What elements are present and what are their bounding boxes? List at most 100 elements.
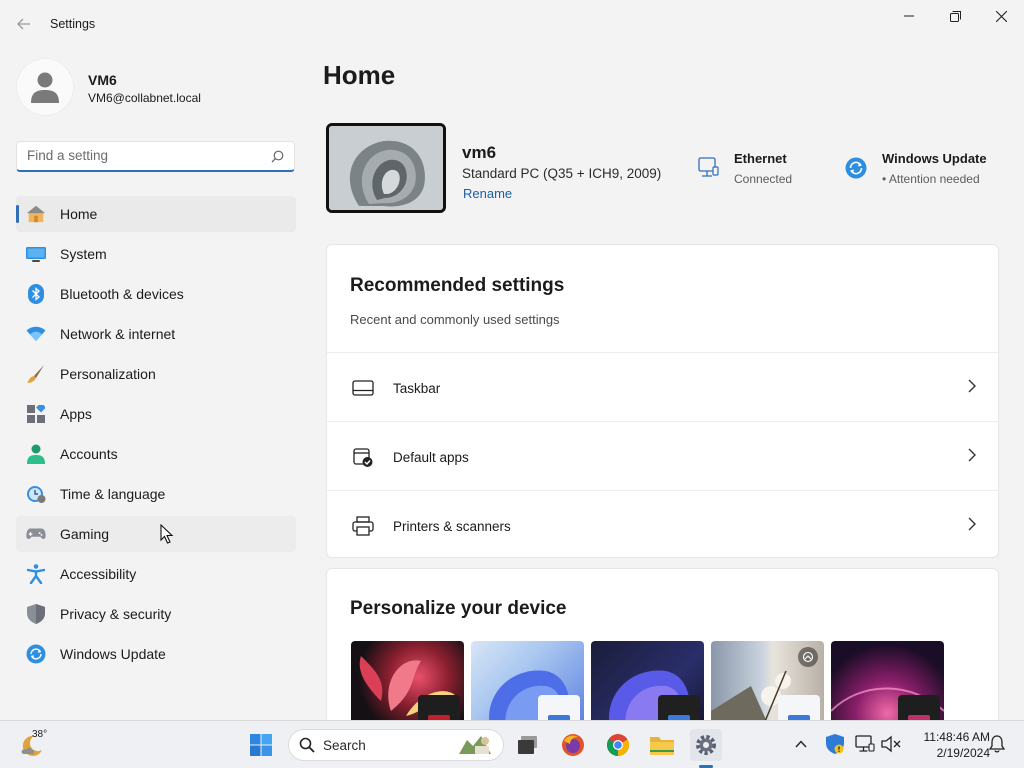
rename-link[interactable]: Rename [463,186,512,201]
sidebar-item-label: System [60,246,107,262]
chrome-icon [607,734,629,756]
sidebar-item-network[interactable]: Network & internet [16,316,296,352]
recommended-row-printers-scanners[interactable]: Printers & scanners [327,490,998,557]
network-monitor-icon [855,735,875,752]
theme-thumbnail-glow[interactable] [831,641,944,727]
gamepad-icon [26,524,46,544]
personalize-title: Personalize your device [350,598,567,619]
start-button[interactable] [245,729,277,761]
sidebar-item-apps[interactable]: Apps [16,396,296,432]
sidebar-item-label: Personalization [60,366,156,382]
speaker-muted-icon [881,735,901,753]
windows-update-status-text: Attention needed [888,172,980,186]
wallpaper-bloom-image [329,126,443,210]
security-tray-button[interactable] [824,733,846,755]
network-tray-button[interactable] [854,733,876,755]
sidebar-item-label: Home [60,206,98,222]
recommended-subtitle: Recent and commonly used settings [350,312,560,327]
sidebar-item-label: Apps [60,406,92,422]
settings-search[interactable] [16,141,295,172]
firefox-button[interactable] [557,729,589,761]
sidebar-item-home[interactable]: Home [16,196,296,232]
brush-icon [26,364,46,384]
spotlight-camera-icon [798,647,818,667]
recommended-settings-card: Recommended settings Recent and commonly… [326,244,999,558]
close-button[interactable] [978,0,1024,32]
system-icon [26,244,46,264]
mouse-cursor-icon [160,524,174,544]
user-avatar-icon [31,72,59,103]
clock[interactable]: 11:48:46 AM 2/19/2024 [904,729,991,761]
weather-temperature: 38° [32,729,48,740]
clock-globe-icon [26,484,46,504]
sidebar-item-privacy-security[interactable]: Privacy & security [16,596,296,632]
sidebar-nav: Home System Bluetooth & devices Network … [16,196,296,676]
accounts-icon [26,444,46,464]
sidebar-item-windows-update[interactable]: Windows Update [16,636,296,672]
theme-thumbnail-spotlight[interactable] [711,641,824,727]
device-model: Standard PC (Q35 + ICH9, 2009) [462,166,662,181]
task-view-icon [518,736,537,754]
sidebar-item-label: Gaming [60,526,110,542]
profile-email: VM6@collabnet.local [88,91,201,105]
recommended-row-taskbar[interactable]: Taskbar [327,352,998,421]
back-arrow-icon [17,18,30,30]
search-input[interactable] [27,148,257,163]
clock-time: 11:48:46 AM [923,730,991,744]
taskbar-search[interactable]: Search [288,729,504,761]
maximize-button[interactable] [932,0,978,32]
chevron-right-icon [968,379,976,393]
sidebar-item-system[interactable]: System [16,236,296,272]
close-icon [995,10,1007,22]
volume-tray-button[interactable] [880,733,902,755]
apps-icon [26,404,46,424]
chevron-right-icon [968,448,976,462]
sidebar-item-label: Accounts [60,446,118,462]
settings-taskbar-button[interactable] [690,729,722,761]
sidebar-item-accounts[interactable]: Accounts [16,436,296,472]
minimize-button[interactable] [886,0,932,32]
chevron-up-icon [795,740,807,748]
windows-logo-icon [250,734,272,756]
show-hidden-icons-button[interactable] [790,733,812,755]
sidebar-item-label: Windows Update [60,646,166,662]
task-view-button[interactable] [512,729,544,761]
theme-thumbnail-flower[interactable] [351,641,464,727]
sidebar-item-personalization[interactable]: Personalization [16,356,296,392]
page-title: Home [323,60,396,90]
sidebar-item-bluetooth[interactable]: Bluetooth & devices [16,276,296,312]
profile-name: VM6 [88,72,117,88]
title-bar: Settings [0,0,1024,48]
printer-icon [351,514,375,538]
back-button[interactable] [12,12,36,36]
sidebar-item-gaming[interactable]: Gaming [16,516,296,552]
sidebar-item-label: Network & internet [60,326,176,342]
recommended-row-default-apps[interactable]: Default apps [327,421,998,490]
chrome-button[interactable] [602,729,634,761]
sidebar-item-time-language[interactable]: Time & language [16,476,296,512]
search-highlight-icon [459,736,491,754]
chevron-right-icon [968,517,976,531]
sidebar-item-accessibility[interactable]: Accessibility [16,556,296,592]
minimize-icon [904,15,914,17]
search-icon [271,150,284,163]
theme-thumbnail-bloom-light[interactable] [471,641,584,727]
file-explorer-button[interactable] [646,729,678,761]
taskbar-icon [351,376,375,400]
search-icon [299,737,315,753]
recommended-title: Recommended settings [350,275,565,296]
gear-icon [696,735,716,755]
wifi-icon [26,324,46,344]
home-icon [26,204,46,224]
row-label: Taskbar [393,381,441,396]
theme-thumbnail-bloom-dark[interactable] [591,641,704,727]
notifications-button[interactable] [986,733,1008,755]
default-apps-icon [351,445,375,469]
windows-update-status-title[interactable]: Windows Update [882,151,987,166]
sidebar-item-label: Privacy & security [60,606,172,622]
user-profile[interactable]: VM6 VM6@collabnet.local [16,58,296,118]
folder-icon [650,737,674,755]
bluetooth-icon [26,284,46,304]
sidebar-item-label: Bluetooth & devices [60,286,184,302]
ethernet-status-title[interactable]: Ethernet [734,151,787,166]
